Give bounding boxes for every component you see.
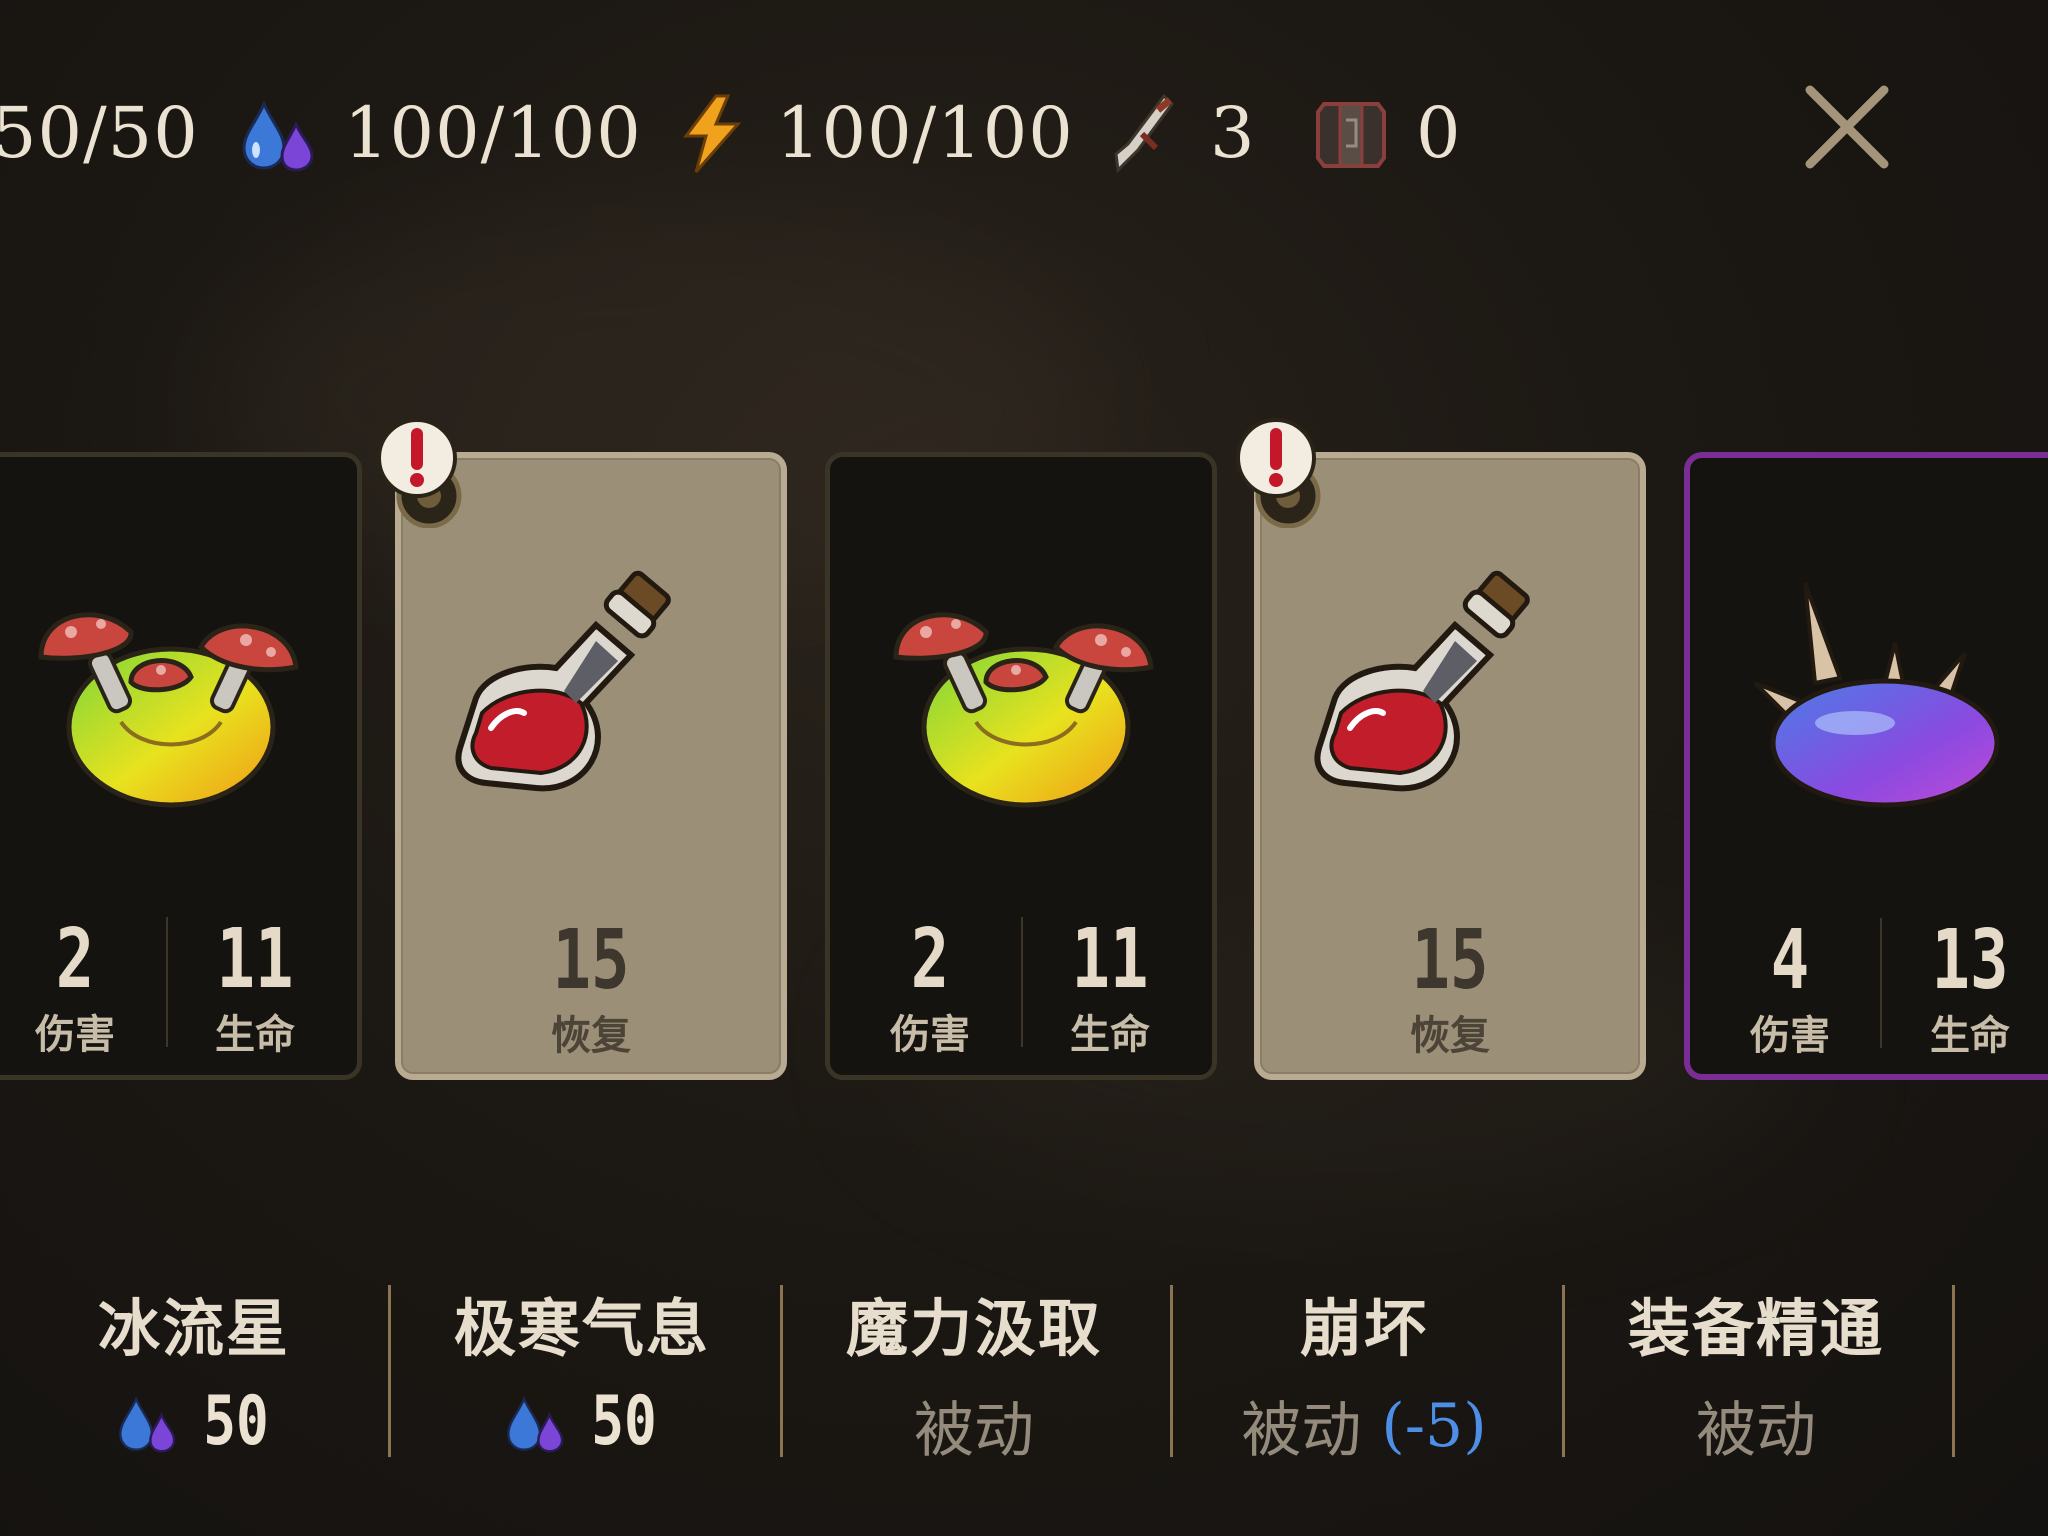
restore-label: 恢复 bbox=[551, 1012, 631, 1059]
skill-name: 冰流星 bbox=[97, 1292, 290, 1365]
card-spiked-slime[interactable]: 4 伤害 13 生命 bbox=[1684, 452, 2048, 1080]
skill-passive-label: 被动 bbox=[1696, 1396, 1816, 1466]
skill-divider bbox=[1562, 1285, 1565, 1457]
sword-icon bbox=[1114, 93, 1174, 174]
skill-sub: 被动 bbox=[1562, 1382, 1950, 1469]
skill-divider bbox=[780, 1285, 783, 1457]
skill-divider bbox=[388, 1285, 391, 1457]
damage-label: 伤害 bbox=[1750, 1012, 1830, 1059]
hp-stat: 50/50 bbox=[0, 88, 199, 178]
restore-value: 15 bbox=[1411, 913, 1489, 1008]
damage-value: 2 bbox=[55, 912, 95, 1007]
hp-value: 50/50 bbox=[0, 92, 199, 174]
skill-slot[interactable]: 极寒气息 50 bbox=[388, 1278, 776, 1461]
energy-stat: 100/100 bbox=[668, 88, 1074, 178]
stat-divider bbox=[1880, 918, 1882, 1048]
alert-icon bbox=[1236, 418, 1321, 528]
mana-drops-icon bbox=[507, 1395, 564, 1452]
skill-passive-label: 被动 bbox=[914, 1396, 1034, 1466]
mushroom-slime-icon bbox=[893, 612, 1154, 808]
skill-sub: 被动 (-5) bbox=[1170, 1382, 1558, 1469]
skill-sub: 50 bbox=[0, 1382, 388, 1461]
card-red-potion[interactable]: 15 恢复 bbox=[1254, 452, 1646, 1080]
skill-name: 崩坏 bbox=[1299, 1292, 1428, 1365]
alert-icon bbox=[377, 418, 462, 528]
skill-sub: 50 bbox=[388, 1382, 776, 1461]
attack-stat: 3 bbox=[1102, 88, 1256, 178]
close-icon[interactable] bbox=[1800, 80, 1894, 174]
energy-value: 100/100 bbox=[776, 92, 1074, 174]
stat-divider bbox=[166, 917, 168, 1047]
damage-value: 2 bbox=[910, 912, 950, 1007]
life-label: 生命 bbox=[1930, 1012, 2010, 1059]
skill-slot[interactable]: 魔力汲取 被动 bbox=[780, 1278, 1168, 1466]
mushroom-slime-icon bbox=[38, 612, 299, 808]
skill-sub: 被动 bbox=[780, 1382, 1168, 1469]
red-potion-icon bbox=[1314, 570, 1530, 792]
skill-passive-label: 被动 bbox=[1241, 1396, 1362, 1466]
skill-cost: 50 bbox=[203, 1382, 269, 1461]
skill-divider bbox=[1952, 1285, 1955, 1457]
skill-slot[interactable]: 冰流星 50 bbox=[0, 1278, 388, 1461]
attack-value: 3 bbox=[1210, 92, 1256, 174]
damage-label: 伤害 bbox=[890, 1011, 970, 1058]
skill-cost: 50 bbox=[591, 1382, 657, 1461]
mana-value: 100/100 bbox=[344, 92, 642, 174]
skill-divider bbox=[1170, 1285, 1173, 1457]
mana-stat: 100/100 bbox=[236, 88, 642, 178]
restore-label: 恢复 bbox=[1410, 1012, 1490, 1059]
armor-stat: 0 bbox=[1308, 88, 1462, 178]
armor-value: 0 bbox=[1416, 92, 1462, 174]
skill-name: 魔力汲取 bbox=[845, 1292, 1102, 1365]
card-red-potion[interactable]: 15 恢复 bbox=[395, 452, 787, 1080]
life-label: 生命 bbox=[215, 1011, 295, 1058]
life-value: 11 bbox=[216, 912, 294, 1007]
red-potion-icon bbox=[455, 570, 671, 792]
skill-slot[interactable]: 装备精通 被动 bbox=[1562, 1278, 1950, 1466]
skill-name: 装备精通 bbox=[1627, 1292, 1884, 1365]
skill-slot[interactable]: 崩坏 被动 (-5) bbox=[1170, 1278, 1558, 1466]
card-mushroom-slime[interactable]: 2 伤害 11 生命 bbox=[0, 452, 362, 1080]
life-value: 13 bbox=[1931, 913, 2009, 1008]
damage-value: 4 bbox=[1770, 913, 1810, 1008]
lightning-icon bbox=[683, 94, 742, 173]
stat-divider bbox=[1021, 917, 1023, 1047]
mana-drops-icon bbox=[119, 1395, 176, 1452]
life-value: 11 bbox=[1071, 912, 1149, 1007]
card-mushroom-slime[interactable]: 2 伤害 11 生命 bbox=[825, 452, 1217, 1080]
skill-modifier: (-5) bbox=[1381, 1390, 1487, 1461]
damage-label: 伤害 bbox=[35, 1011, 115, 1058]
spiked-slime-icon bbox=[1753, 582, 2000, 808]
mana-drops-icon bbox=[242, 100, 314, 172]
skill-name: 极寒气息 bbox=[453, 1292, 710, 1365]
armor-icon bbox=[1316, 102, 1386, 168]
life-label: 生命 bbox=[1070, 1011, 1150, 1058]
restore-value: 15 bbox=[552, 913, 630, 1008]
